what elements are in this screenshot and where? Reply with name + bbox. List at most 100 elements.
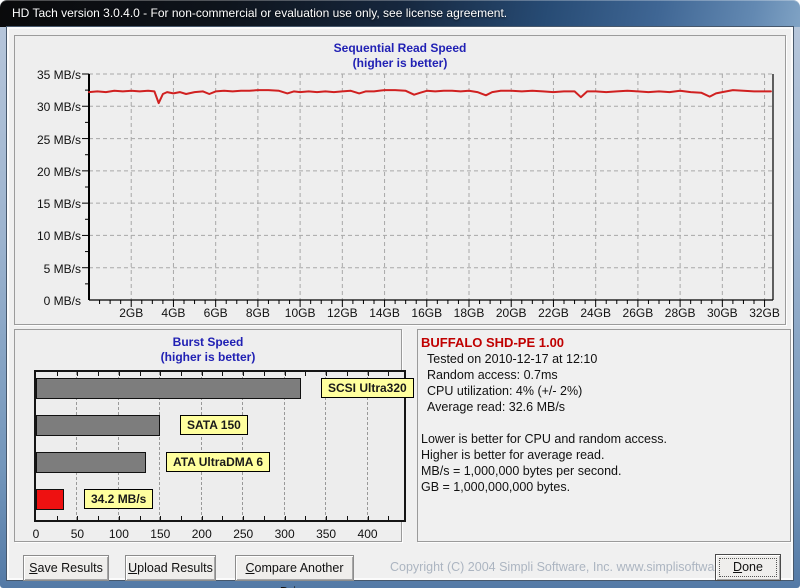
x-axis-tick-label: 18GB <box>447 306 491 320</box>
burst-bar <box>36 452 146 473</box>
y-axis-tick-label: 15 MB/s <box>19 197 81 211</box>
burst-tick <box>347 372 348 376</box>
burst-tick <box>57 372 58 376</box>
burst-tick <box>285 372 286 376</box>
burst-tick <box>285 516 286 520</box>
burst-tick <box>368 372 369 376</box>
sequential-chart-title: Sequential Read Speed <box>15 41 785 56</box>
y-axis-tick-label: 20 MB/s <box>19 165 81 179</box>
burst-x-tick-label: 0 <box>18 527 54 541</box>
compare-another-drive-button[interactable]: Compare Another Drive <box>235 555 354 581</box>
x-axis-tick-label: 2GB <box>109 306 153 320</box>
compare-accelerator: C <box>246 561 255 575</box>
x-axis-tick-label: 24GB <box>574 306 618 320</box>
done-accelerator: D <box>733 560 742 574</box>
sequential-read-chart <box>75 72 781 310</box>
x-axis-tick-label: 6GB <box>194 306 238 320</box>
burst-x-tick-label: 250 <box>225 527 261 541</box>
drive-name: BUFFALO SHD-PE 1.00 <box>421 334 787 351</box>
drive-stat-line: CPU utilization: 4% (+/- 2%) <box>421 383 787 399</box>
titlebar[interactable]: HD Tach version 3.0.4.0 - For non-commer… <box>0 0 800 27</box>
burst-tick <box>243 372 244 376</box>
done-focus-rect: Done <box>719 558 777 577</box>
burst-bar <box>36 489 64 510</box>
burst-speed-panel: Burst Speed (higher is better) SCSI Ultr… <box>14 329 402 542</box>
burst-bar-label: 34.2 MB/s <box>84 489 153 509</box>
burst-tick <box>160 516 161 520</box>
read-speed-line <box>89 90 771 103</box>
burst-tick <box>388 372 389 376</box>
x-axis-tick-label: 32GB <box>743 306 787 320</box>
y-axis-tick-label: 0 MB/s <box>19 294 81 308</box>
burst-tick <box>140 372 141 376</box>
burst-tick <box>119 372 120 376</box>
upload-label: pload Results <box>137 561 213 575</box>
y-axis-tick-label: 5 MB/s <box>19 262 81 276</box>
burst-tick <box>202 516 203 520</box>
x-axis-tick-label: 20GB <box>489 306 533 320</box>
burst-tick <box>181 372 182 376</box>
burst-tick <box>326 372 327 376</box>
upload-results-button[interactable]: Upload Results <box>125 555 216 581</box>
window-title: HD Tach version 3.0.4.0 - For non-commer… <box>12 6 507 20</box>
burst-x-tick-label: 350 <box>308 527 344 541</box>
client-area: Sequential Read Speed (higher is better)… <box>7 27 793 580</box>
burst-bar-label: SATA 150 <box>180 415 248 435</box>
done-label: one <box>742 560 763 574</box>
burst-tick <box>305 516 306 520</box>
spacer <box>421 415 787 431</box>
burst-tick <box>264 372 265 376</box>
save-accelerator: S <box>29 561 37 575</box>
burst-tick <box>202 372 203 376</box>
burst-x-tick-label: 400 <box>350 527 386 541</box>
x-axis-tick-label: 30GB <box>700 306 744 320</box>
drive-info-panel: BUFFALO SHD-PE 1.00 Tested on 2010-12-17… <box>417 329 791 542</box>
burst-tick <box>243 516 244 520</box>
burst-tick <box>140 516 141 520</box>
drive-stat-line: Tested on 2010-12-17 at 12:10 <box>421 351 787 367</box>
upload-accelerator: U <box>128 561 137 575</box>
drive-stat-line: Average read: 32.6 MB/s <box>421 399 787 415</box>
x-axis-tick-label: 10GB <box>278 306 322 320</box>
x-axis-tick-label: 16GB <box>405 306 449 320</box>
burst-tick <box>77 372 78 376</box>
burst-tick <box>388 516 389 520</box>
save-results-button[interactable]: Save Results <box>23 555 109 581</box>
burst-tick <box>264 516 265 520</box>
burst-tick <box>57 516 58 520</box>
burst-tick <box>181 516 182 520</box>
drive-note-line: MB/s = 1,000,000 bytes per second. <box>421 463 787 479</box>
sequential-chart-subtitle: (higher is better) <box>15 56 785 71</box>
drive-info-text: BUFFALO SHD-PE 1.00 Tested on 2010-12-17… <box>421 334 787 495</box>
x-axis-tick-label: 22GB <box>531 306 575 320</box>
drive-notes: Lower is better for CPU and random acces… <box>421 431 787 495</box>
done-button[interactable]: Done <box>715 554 781 581</box>
burst-tick <box>368 516 369 520</box>
x-axis-tick-label: 14GB <box>363 306 407 320</box>
burst-tick <box>222 516 223 520</box>
burst-x-tick-label: 150 <box>142 527 178 541</box>
burst-tick <box>326 516 327 520</box>
save-label: ave Results <box>38 561 103 575</box>
burst-tick <box>222 372 223 376</box>
x-axis-tick-label: 8GB <box>236 306 280 320</box>
x-axis-tick-label: 28GB <box>658 306 702 320</box>
burst-tick <box>77 516 78 520</box>
burst-bar <box>36 415 160 436</box>
burst-x-tick-label: 100 <box>101 527 137 541</box>
y-axis-tick-label: 30 MB/s <box>19 100 81 114</box>
burst-tick <box>98 372 99 376</box>
sequential-read-panel: Sequential Read Speed (higher is better)… <box>14 35 786 325</box>
burst-tick <box>119 516 120 520</box>
burst-tick <box>98 516 99 520</box>
y-axis-tick-label: 25 MB/s <box>19 133 81 147</box>
copyright-text: Copyright (C) 2004 Simpli Software, Inc.… <box>390 560 720 574</box>
burst-chart-subtitle: (higher is better) <box>15 350 401 365</box>
drive-note-line: Higher is better for average read. <box>421 447 787 463</box>
burst-tick <box>305 372 306 376</box>
x-axis-tick-label: 4GB <box>151 306 195 320</box>
x-axis-tick-label: 12GB <box>320 306 364 320</box>
burst-tick <box>160 372 161 376</box>
burst-bar-label: ATA UltraDMA 6 <box>166 452 270 472</box>
y-axis-tick-label: 10 MB/s <box>19 229 81 243</box>
